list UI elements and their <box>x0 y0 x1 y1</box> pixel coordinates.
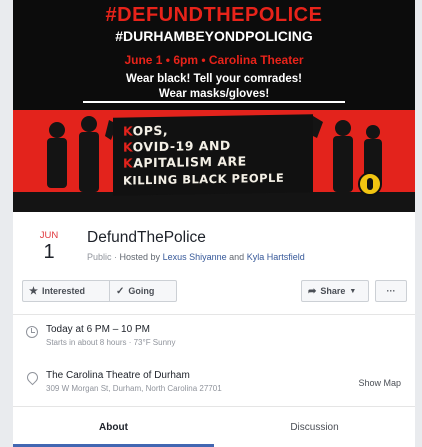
show-map-link[interactable]: Show Map <box>358 378 401 388</box>
tab-discussion[interactable]: Discussion <box>214 407 415 447</box>
event-place[interactable]: The Carolina Theatre of Durham <box>46 370 190 381</box>
event-month: JUN <box>39 230 59 241</box>
event-time[interactable]: Today at 6 PM – 10 PM <box>46 324 150 335</box>
poster-call-line-2: Wear masks/gloves! <box>158 88 270 100</box>
poster-event-line: June 1 • 6pm • Carolina Theater <box>124 53 304 67</box>
more-icon: ··· <box>386 286 396 296</box>
event-title: DefundThePolice <box>87 229 206 246</box>
event-address: 309 W Morgan St, Durham, North Carolina … <box>46 384 222 393</box>
poster-hashtag-sub: #DURHAMBEYONDPOLICING <box>115 28 313 44</box>
share-label: Share <box>320 286 346 296</box>
check-icon: ✓ <box>116 285 125 297</box>
event-time-sub: Starts in about 8 hours · 73°F Sunny <box>46 338 176 347</box>
banner-line-2-rest: OVID-19 AND <box>132 137 231 155</box>
action-bar: ★ Interested ✓ Going ➦ Share ▼ ··· <box>13 280 415 304</box>
poster-call-line-1: Wear black! Tell your comrades! <box>126 73 302 85</box>
banner-line-4: KILLING BLACK PEOPLE <box>123 170 285 188</box>
interested-button[interactable]: ★ Interested <box>22 280 109 302</box>
event-cover-poster[interactable]: #DEFUNDTHEPOLICE #DURHAMBEYONDPOLICING J… <box>13 0 415 212</box>
more-options-button[interactable]: ··· <box>375 280 407 302</box>
hosted-by-label: Hosted by <box>119 252 161 262</box>
date-block: JUN 1 <box>31 230 67 263</box>
visibility-label: Public <box>87 252 112 262</box>
divider <box>13 314 415 315</box>
poster-underline <box>83 101 345 103</box>
event-card: #DEFUNDTHEPOLICE #DURHAMBEYONDPOLICING J… <box>13 0 415 447</box>
clock-icon-holder <box>26 326 40 340</box>
event-header: JUN 1 DefundThePolice Public · Hosted by… <box>13 212 415 270</box>
event-time-row: Today at 6 PM – 10 PM Starts in about 8 … <box>13 324 415 360</box>
interested-label: Interested <box>41 286 85 296</box>
banner-line-1-rest: OPS, <box>132 122 169 139</box>
going-label: Going <box>128 286 155 296</box>
poster-banner: KOPS, KOVID-19 AND KAPITALISM ARE KILLIN… <box>113 114 313 196</box>
host-link-2[interactable]: Kyla Hartsfield <box>247 252 305 262</box>
going-button[interactable]: ✓ Going <box>109 280 177 302</box>
banner-line-3: KAPITALISM ARE <box>123 153 247 171</box>
share-button[interactable]: ➦ Share ▼ <box>301 280 369 302</box>
poster-hashtag-main: #DEFUNDTHEPOLICE <box>105 4 323 26</box>
pin-icon <box>24 369 41 386</box>
banner-line-3-rest: APITALISM ARE <box>133 153 247 171</box>
fist-logo-badge <box>358 172 382 196</box>
clock-icon <box>26 326 38 338</box>
star-icon: ★ <box>29 285 38 297</box>
event-day: 1 <box>43 241 55 263</box>
pin-icon-holder <box>24 369 41 386</box>
event-tabs: About Discussion <box>13 407 415 447</box>
event-meta: Public · Hosted by Lexus Shiyanne and Ky… <box>87 252 305 262</box>
and-label: and <box>229 252 245 262</box>
event-place-row: The Carolina Theatre of Durham 309 W Mor… <box>13 369 415 400</box>
host-link-1[interactable]: Lexus Shiyanne <box>163 252 227 262</box>
caret-down-icon: ▼ <box>349 287 357 295</box>
share-arrow-icon: ➦ <box>308 285 317 297</box>
tab-about[interactable]: About <box>13 407 214 447</box>
